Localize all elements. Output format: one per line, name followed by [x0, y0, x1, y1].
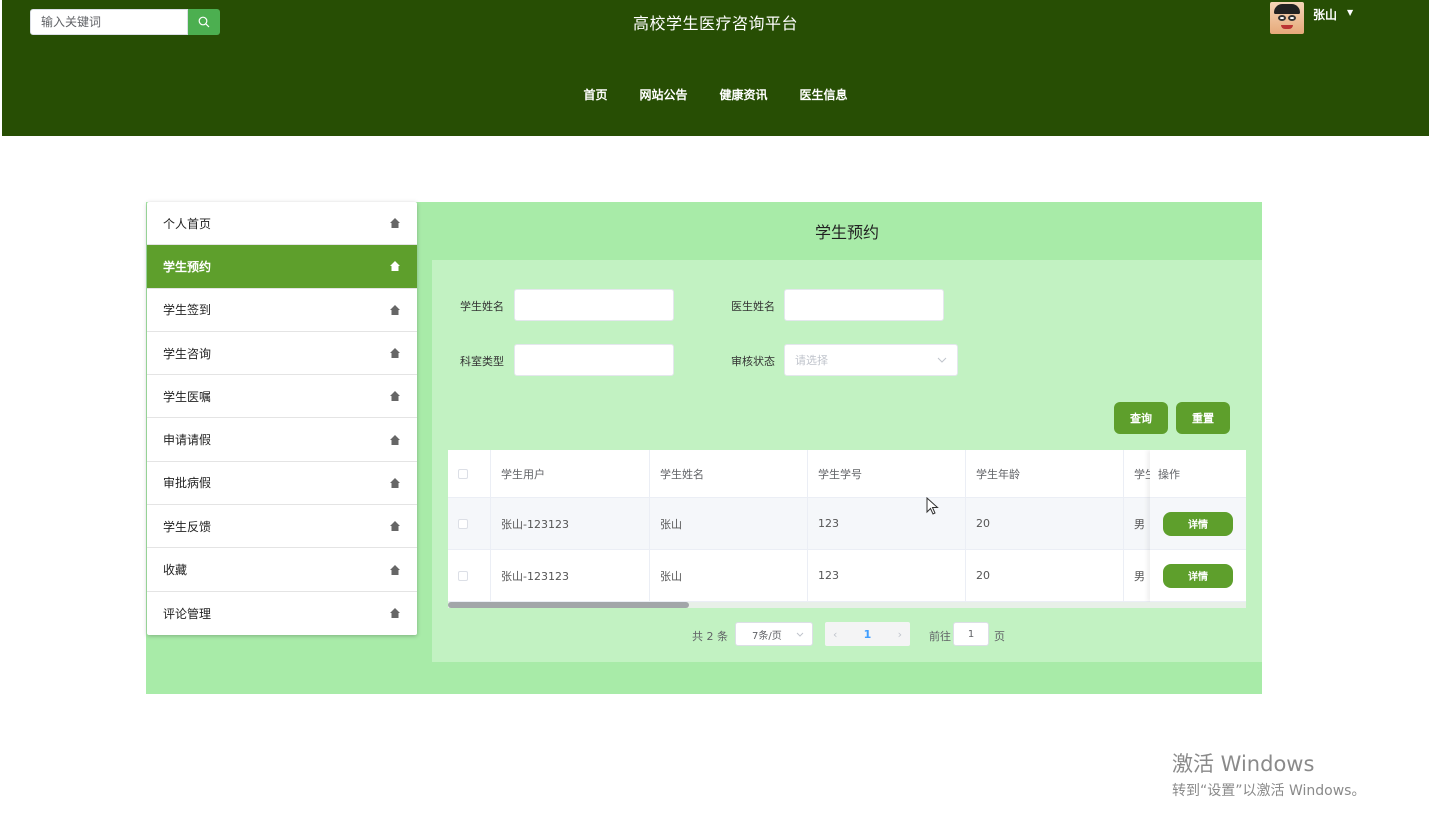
page-title: 学生预约	[814, 223, 879, 242]
sidebar-item-consult[interactable]: 学生咨询	[147, 332, 417, 376]
pagination-nav: ‹ 1 ›	[825, 622, 910, 646]
nav-announcements[interactable]: 网站公告	[623, 86, 703, 103]
home-icon	[390, 218, 400, 229]
select-all-checkbox[interactable]	[458, 468, 468, 479]
user-menu[interactable]: 张山 ▼	[1270, 2, 1353, 34]
col-header: 学生年龄	[966, 450, 1124, 497]
page-size-value: 7条/页	[752, 630, 782, 642]
home-icon	[390, 521, 400, 532]
student-name-label: 学生姓名	[460, 300, 504, 313]
review-status-select[interactable]: 请选择	[784, 344, 958, 376]
cell-sid: 123	[808, 550, 966, 601]
table-row: 张山-123123 张山 123 20 男	[448, 550, 1246, 602]
sidebar-item-label: 个人首页	[163, 216, 212, 231]
sidebar-item-leave-request[interactable]: 申请请假	[147, 418, 417, 462]
dept-type-input[interactable]	[514, 344, 674, 376]
sidebar-item-sick-leave[interactable]: 审批病假	[147, 462, 417, 506]
detail-button[interactable]: 详情	[1163, 511, 1233, 536]
sidebar-item-label: 学生签到	[163, 303, 212, 318]
home-icon	[390, 434, 400, 445]
sidebar-item-comments[interactable]: 评论管理	[147, 592, 417, 635]
col-header-operations: 操作	[1150, 450, 1246, 498]
site-title: 高校学生医疗咨询平台	[632, 14, 798, 33]
cell-name: 张山	[650, 550, 808, 601]
col-header: 学生用户	[491, 450, 650, 497]
goto-label: 前往	[929, 630, 951, 643]
sidebar-item-orders[interactable]: 学生医嘱	[147, 375, 417, 419]
col-header: 学生学号	[808, 450, 966, 497]
operations-column: 操作 详情 详情	[1150, 450, 1246, 602]
sidebar-item-label: 学生反馈	[163, 519, 212, 534]
chevron-down-icon	[937, 357, 947, 363]
search-button[interactable]: 查询	[1114, 402, 1168, 434]
avatar[interactable]	[1270, 2, 1304, 34]
home-icon	[390, 261, 400, 272]
reset-button[interactable]: 重置	[1176, 402, 1230, 434]
sidebar-item-checkin[interactable]: 学生签到	[147, 289, 417, 332]
user-name[interactable]: 张山	[1313, 6, 1337, 23]
prev-page-icon[interactable]: ‹	[833, 628, 837, 641]
sidebar-item-label: 学生医嘱	[163, 389, 212, 404]
sidebar-item-label: 申请请假	[163, 433, 212, 448]
dept-type-label: 科室类型	[460, 355, 504, 368]
sidebar-item-label: 审批病假	[163, 476, 212, 491]
pagination-total: 共 2 条	[692, 630, 728, 643]
row-checkbox[interactable]	[458, 570, 468, 581]
page-number-current[interactable]: 1	[864, 628, 872, 641]
watermark-line2: 转到“设置”以激活 Windows。	[1172, 783, 1366, 799]
goto-unit: 页	[994, 630, 1005, 643]
student-name-input[interactable]	[514, 289, 674, 321]
home-icon	[390, 564, 400, 575]
home-icon	[390, 304, 400, 315]
home-icon	[390, 477, 400, 488]
detail-button[interactable]: 详情	[1163, 563, 1233, 588]
home-icon	[390, 348, 400, 359]
next-page-icon[interactable]: ›	[898, 628, 902, 641]
doctor-name-input[interactable]	[784, 289, 944, 321]
sidebar-menu: 个人首页 学生预约 学生签到 学生咨询 学生医嘱 申请请假 审批病假 学生反馈 …	[147, 202, 417, 635]
table-row: 张山-123123 张山 123 20 男	[448, 498, 1246, 550]
scrollbar-thumb[interactable]	[448, 602, 689, 608]
cell-name: 张山	[650, 498, 808, 549]
home-icon	[390, 391, 400, 402]
nav-home[interactable]: 首页	[567, 86, 623, 103]
doctor-name-label: 医生姓名	[731, 300, 775, 313]
nav-health-news[interactable]: 健康资讯	[704, 86, 784, 103]
goto-page-input[interactable]	[953, 622, 989, 646]
sidebar-item-home[interactable]: 个人首页	[147, 202, 417, 246]
nav-doctors[interactable]: 医生信息	[784, 86, 864, 103]
chevron-down-icon	[796, 632, 804, 637]
table-header-row: 学生用户 学生姓名 学生学号 学生年龄 学生	[448, 450, 1246, 498]
review-status-label: 审核状态	[731, 355, 775, 368]
cell-sid: 123	[808, 498, 966, 549]
top-header: 高校学生医疗咨询平台 张山 ▼ 首页 网站公告 健康资讯 医生信息	[2, 0, 1429, 136]
main-nav: 首页 网站公告 健康资讯 医生信息	[2, 86, 1429, 103]
windows-activation-watermark: 激活 Windows 转到“设置”以激活 Windows。	[1172, 748, 1365, 800]
cell-age: 20	[966, 498, 1124, 549]
cell-age: 20	[966, 550, 1124, 601]
mouse-cursor-icon	[926, 497, 939, 515]
sidebar-item-appointments[interactable]: 学生预约	[147, 245, 417, 289]
horizontal-scrollbar[interactable]	[448, 602, 1246, 608]
home-icon	[390, 608, 400, 619]
review-status-placeholder: 请选择	[795, 354, 828, 367]
col-header: 学生姓名	[650, 450, 808, 497]
sidebar-item-favorites[interactable]: 收藏	[147, 548, 417, 592]
page-size-select[interactable]: 7条/页	[735, 622, 813, 646]
cell-user: 张山-123123	[491, 550, 650, 601]
sidebar-item-label: 学生咨询	[163, 346, 212, 361]
cell-user: 张山-123123	[491, 498, 650, 549]
sidebar-item-label: 学生预约	[163, 259, 212, 274]
sidebar-item-feedback[interactable]: 学生反馈	[147, 505, 417, 549]
appointments-table: 学生用户 学生姓名 学生学号 学生年龄 学生 张山-123123 张山 123 …	[448, 450, 1246, 602]
sidebar-item-label: 收藏	[163, 563, 188, 578]
sidebar-item-label: 评论管理	[163, 606, 212, 621]
row-checkbox[interactable]	[458, 518, 468, 529]
caret-down-icon[interactable]: ▼	[1347, 8, 1353, 17]
watermark-line1: 激活 Windows	[1172, 752, 1315, 776]
